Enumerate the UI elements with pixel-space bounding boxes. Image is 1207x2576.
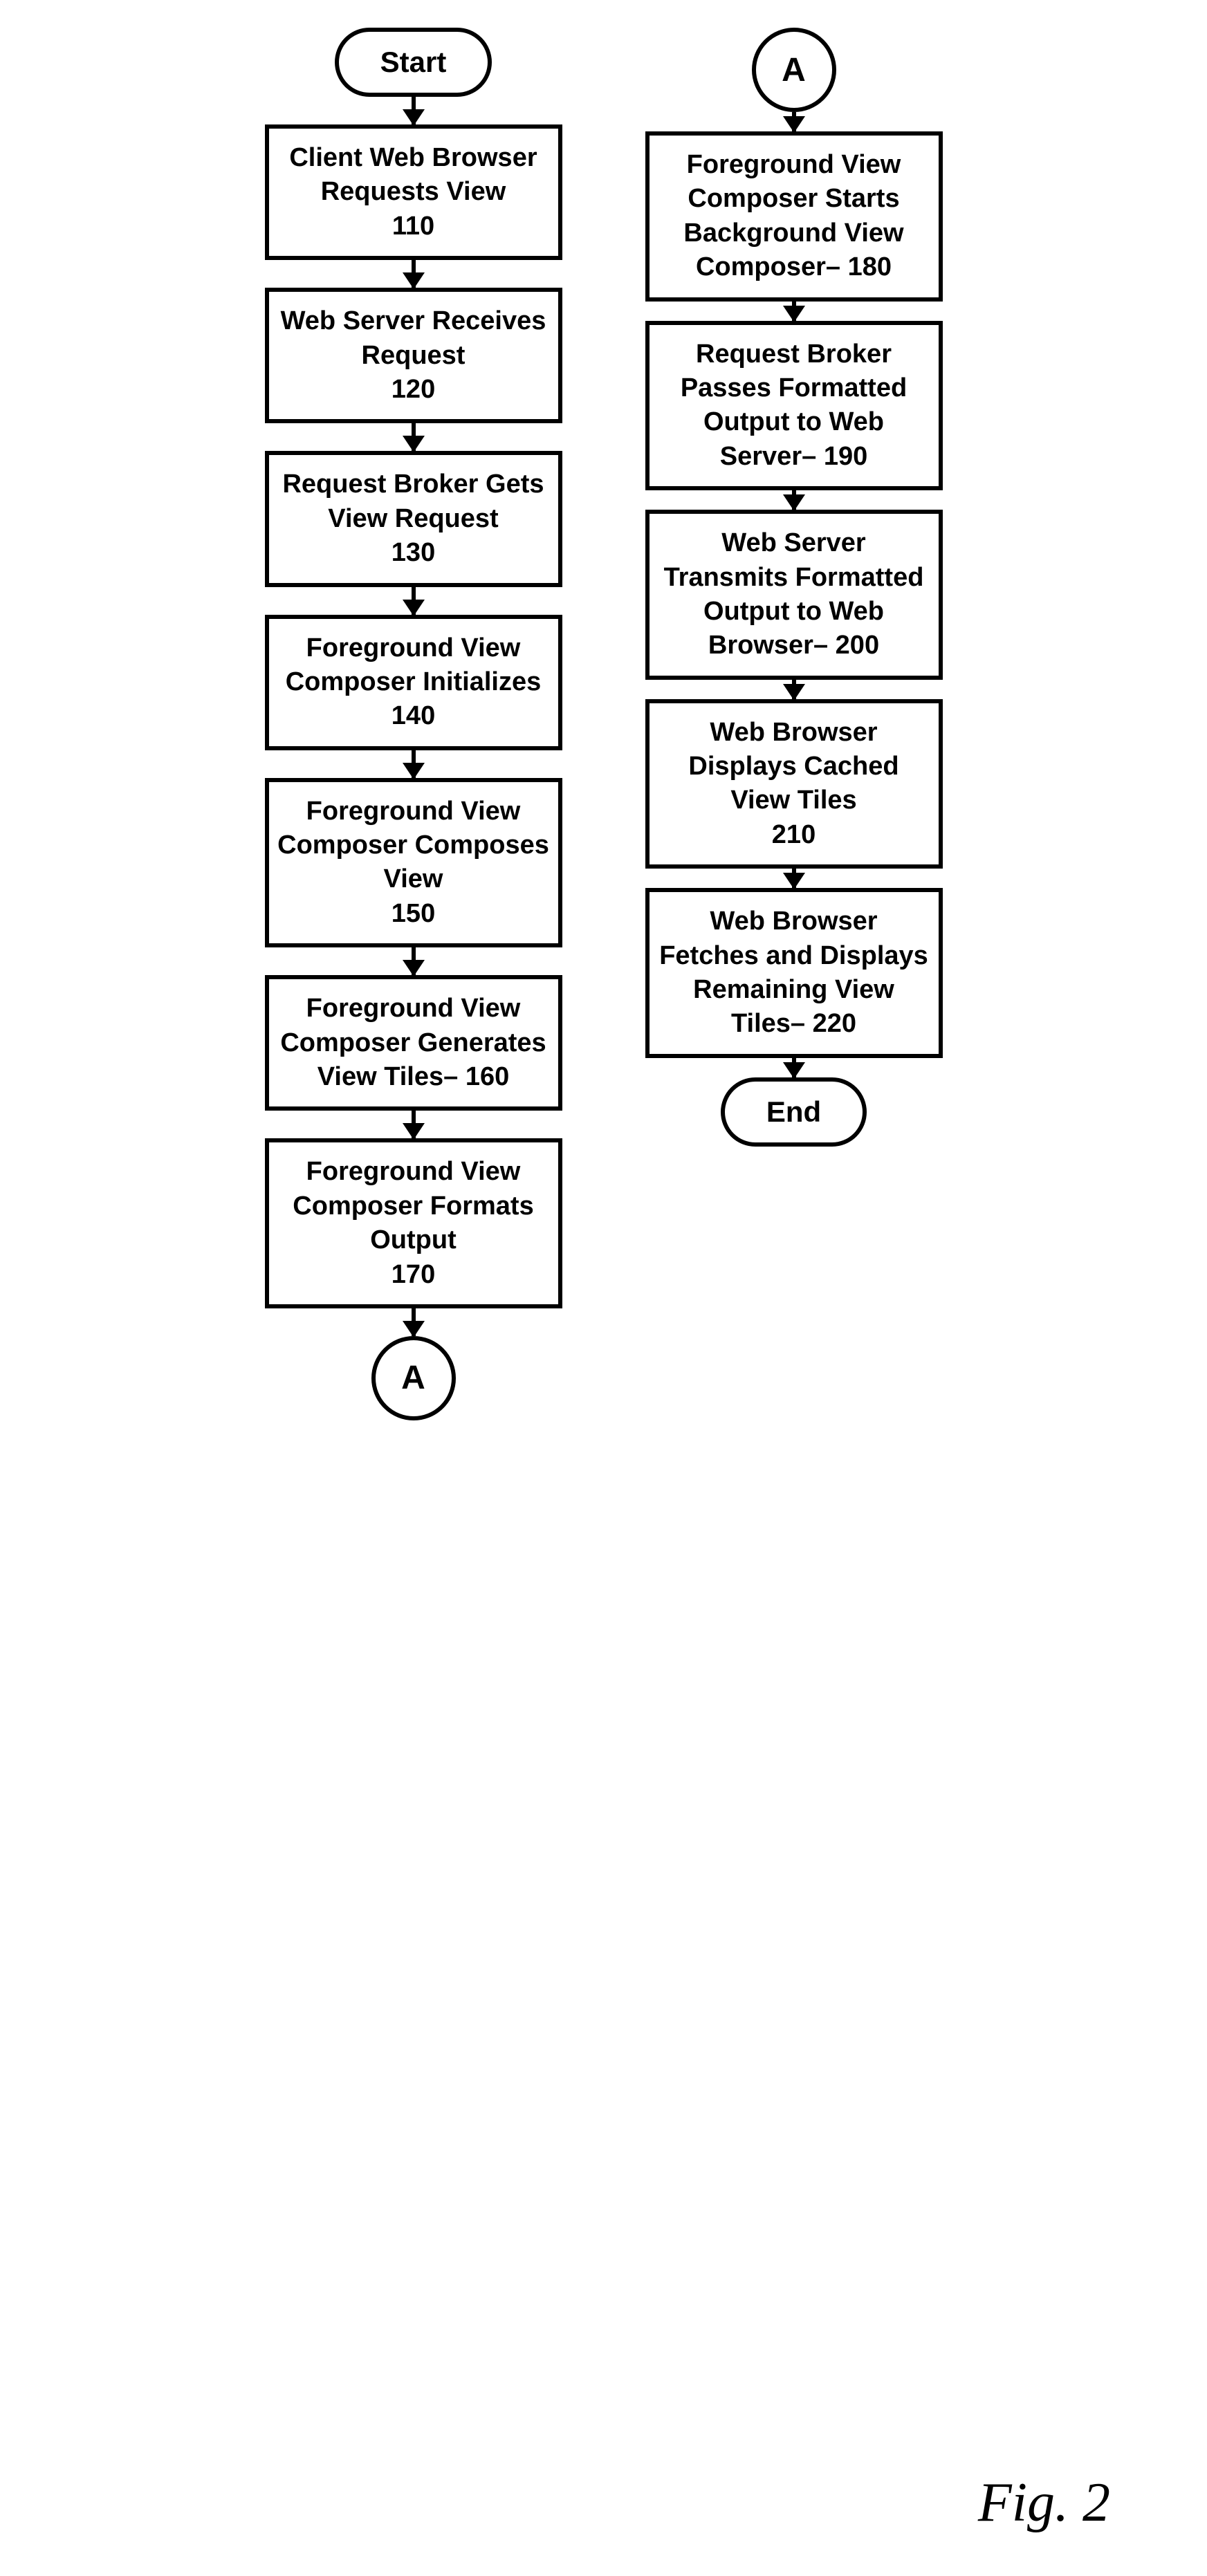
process-num: 180: [848, 252, 892, 281]
process-num: 150: [391, 899, 435, 928]
process-text: Client Web Browser Requests View: [289, 143, 537, 206]
process-text: Web Browser Displays Cached View Tiles: [688, 718, 899, 815]
connector-a-top: A: [752, 28, 836, 112]
terminal-start: Start: [335, 28, 492, 97]
arrow: [412, 97, 416, 124]
arrow: [412, 423, 416, 451]
process-220: Web Browser Fetches and Displays Remaini…: [645, 888, 943, 1058]
figure-label: Fig. 2: [978, 2472, 1110, 2535]
terminal-end: End: [721, 1077, 867, 1147]
arrow: [412, 750, 416, 778]
process-num: 130: [391, 538, 435, 567]
arrow: [792, 112, 796, 131]
arrow: [792, 302, 796, 321]
process-200: Web Server Transmits Formatted Output to…: [645, 510, 943, 680]
process-num: 110: [392, 212, 434, 241]
arrow: [792, 1058, 796, 1077]
arrow: [412, 587, 416, 615]
process-190: Request Broker Passes Formatted Output t…: [645, 321, 943, 491]
process-num: 170: [391, 1260, 435, 1289]
process-130: Request Broker Gets View Request 130: [265, 451, 562, 586]
process-num: 190: [824, 442, 867, 471]
process-text: Foreground View Composer Composes View: [277, 797, 549, 894]
process-text: Web Server Receives Request: [281, 306, 546, 369]
arrow: [792, 869, 796, 888]
process-text: Foreground View Composer Initializes: [286, 633, 542, 696]
process-text: Web Server Transmits Formatted Output to…: [664, 528, 924, 660]
process-210: Web Browser Displays Cached View Tiles 2…: [645, 699, 943, 869]
process-num: 200: [836, 631, 879, 660]
connector-a-bottom: A: [371, 1336, 456, 1420]
process-140: Foreground View Composer Initializes 140: [265, 615, 562, 750]
process-num: 160: [466, 1062, 509, 1091]
process-text: Request Broker Passes Formatted Output t…: [681, 340, 907, 471]
column-2: A Foreground View Composer Starts Backgr…: [645, 28, 943, 1147]
arrow: [792, 680, 796, 699]
flowchart: Start Client Web Browser Requests View 1…: [28, 28, 1179, 1420]
process-num: 220: [813, 1009, 856, 1038]
arrow: [412, 1111, 416, 1138]
process-180: Foreground View Composer Starts Backgrou…: [645, 131, 943, 302]
column-1: Start Client Web Browser Requests View 1…: [265, 28, 562, 1420]
process-120: Web Server Receives Request 120: [265, 288, 562, 423]
process-160: Foreground View Composer Generates View …: [265, 975, 562, 1111]
process-num: 210: [772, 820, 816, 849]
arrow: [412, 260, 416, 288]
arrow: [412, 947, 416, 975]
arrow: [792, 490, 796, 510]
process-num: 140: [391, 701, 435, 730]
process-num: 120: [391, 375, 435, 404]
process-110: Client Web Browser Requests View 110: [265, 124, 562, 260]
arrow: [412, 1308, 416, 1336]
process-text: Web Browser Fetches and Displays Remaini…: [659, 907, 928, 1038]
process-170: Foreground View Composer Formats Output …: [265, 1138, 562, 1308]
process-150: Foreground View Composer Composes View 1…: [265, 778, 562, 948]
process-text: Foreground View Composer Formats Output: [293, 1157, 533, 1254]
process-text: Request Broker Gets View Request: [282, 470, 544, 532]
